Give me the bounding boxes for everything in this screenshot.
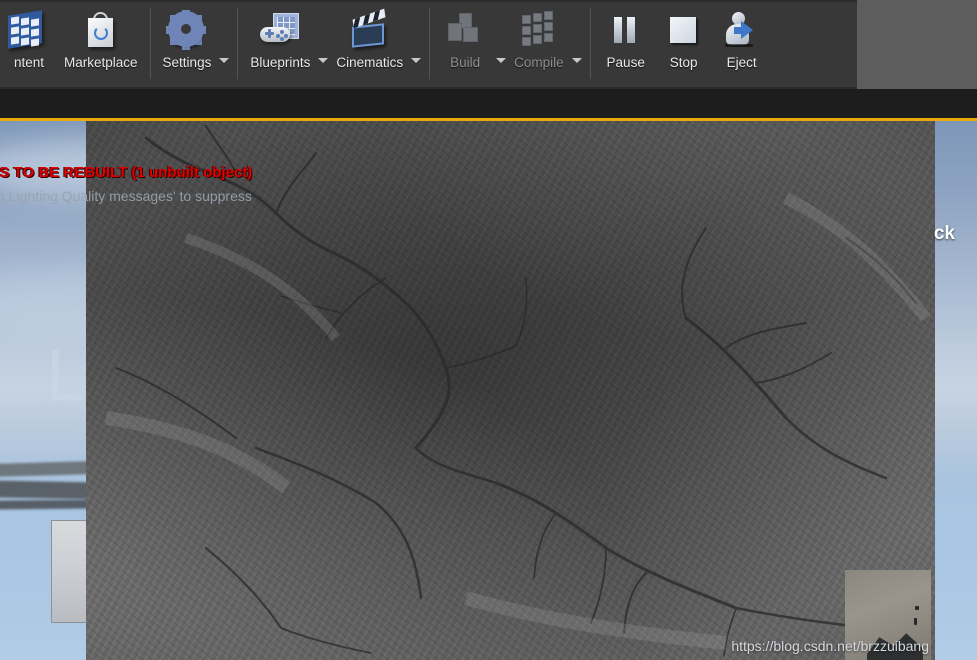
toolbar-button-pause[interactable]: Pause bbox=[597, 2, 655, 87]
toolbar-separator bbox=[149, 8, 151, 79]
viewport-overlay-letter: L bbox=[46, 336, 87, 416]
watermark-text: https://blog.csdn.net/brzzuibang bbox=[731, 638, 929, 654]
active-viewport-highlight bbox=[0, 118, 977, 121]
toolbar-label-pause: Pause bbox=[606, 55, 645, 70]
toolbar-label-marketplace: Marketplace bbox=[64, 55, 138, 70]
eject-person-icon bbox=[719, 9, 765, 51]
editor-dark-separator-bar bbox=[0, 89, 977, 118]
content-grid-icon bbox=[6, 9, 52, 51]
cinematics-dropdown-arrow-icon[interactable] bbox=[409, 2, 423, 87]
toolbar-label-cinematics: Cinematics bbox=[336, 55, 404, 70]
main-toolbar: ntent Marketplace Settings Blueprints Ci… bbox=[0, 0, 857, 89]
blueprints-icon bbox=[257, 9, 303, 51]
toolbar-group-build: Build Compile bbox=[436, 2, 584, 87]
toolbar-empty-area bbox=[857, 0, 977, 89]
toolbar-separator bbox=[589, 8, 591, 79]
settings-dropdown-arrow-icon[interactable] bbox=[217, 2, 231, 87]
toolbar-items-container: ntent Marketplace Settings Blueprints Ci… bbox=[0, 2, 771, 87]
toolbar-button-content[interactable]: ntent bbox=[0, 2, 58, 87]
toolbar-button-eject[interactable]: Eject bbox=[713, 2, 771, 87]
toolbar-separator bbox=[237, 8, 239, 79]
marketplace-bag-icon bbox=[78, 9, 124, 51]
toolbar-label-build: Build bbox=[450, 55, 481, 70]
toolbar-button-build[interactable]: Build bbox=[436, 2, 494, 87]
toolbar-label-content: ntent bbox=[13, 55, 45, 70]
toolbar-group-project: ntent Marketplace bbox=[0, 2, 144, 87]
toolbar-label-settings: Settings bbox=[162, 55, 212, 70]
gear-icon bbox=[164, 9, 210, 51]
toolbar-label-stop: Stop bbox=[669, 55, 698, 70]
toolbar-group-authoring: Blueprints Cinematics bbox=[244, 2, 423, 87]
toolbar-button-blueprints[interactable]: Blueprints bbox=[244, 2, 316, 87]
clapperboard-icon bbox=[347, 8, 393, 51]
blueprints-dropdown-arrow-icon[interactable] bbox=[316, 2, 330, 87]
viewport-edge-text: ck bbox=[933, 223, 955, 244]
stop-icon bbox=[661, 9, 707, 51]
toolbar-button-cinematics[interactable]: Cinematics bbox=[330, 2, 409, 87]
build-boxes-icon bbox=[442, 9, 488, 51]
toolbar-label-compile: Compile bbox=[514, 55, 564, 70]
lighting-warning-line1: LIGHTING NEEDS TO BE REBUILT (1 unbuilt … bbox=[0, 164, 253, 181]
toolbar-separator bbox=[429, 8, 431, 79]
build-dropdown-arrow-icon[interactable] bbox=[494, 2, 508, 87]
pause-icon bbox=[603, 9, 649, 51]
toolbar-button-compile[interactable]: Compile bbox=[508, 2, 570, 87]
toolbar-group-play-controls: Pause Stop Eject bbox=[597, 2, 771, 87]
editor-window: L LIGHTING NEEDS TO BE REBUILT (1 unbuil… bbox=[0, 0, 977, 660]
toolbar-label-eject: Eject bbox=[726, 55, 757, 70]
toolbar-group-settings: Settings bbox=[157, 2, 232, 87]
compile-dropdown-arrow-icon[interactable] bbox=[570, 2, 584, 87]
toolbar-label-blueprints: Blueprints bbox=[250, 55, 311, 70]
lighting-warning-line2: Enable 'Realtime' in Lighting Quality me… bbox=[0, 188, 252, 204]
toolbar-button-settings[interactable]: Settings bbox=[157, 2, 218, 87]
toolbar-button-stop[interactable]: Stop bbox=[655, 2, 713, 87]
toolbar-button-marketplace[interactable]: Marketplace bbox=[58, 2, 144, 87]
lighting-warning: LIGHTING NEEDS TO BE REBUILT (1 unbuilt … bbox=[0, 164, 252, 204]
compile-cubes-icon bbox=[516, 9, 562, 51]
